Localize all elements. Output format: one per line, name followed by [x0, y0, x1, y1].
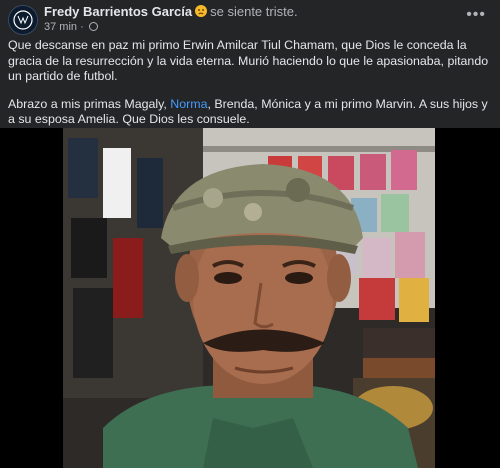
- avatar[interactable]: [8, 5, 38, 35]
- post-header: Fredy Barrientos García se siente triste.…: [0, 0, 500, 40]
- author-line: Fredy Barrientos García se siente triste.: [44, 4, 298, 19]
- post-paragraph-1: Que descanse en paz mi primo Erwin Amilc…: [8, 38, 489, 84]
- avatar-image: [9, 6, 37, 34]
- photo-image: [63, 128, 435, 468]
- mention-link[interactable]: Norma: [170, 97, 207, 111]
- post-photo[interactable]: [63, 128, 435, 468]
- sad-face-icon: [195, 5, 208, 17]
- feeling-text: se siente triste.: [210, 4, 298, 19]
- post-body: Que descanse en paz mi primo Erwin Amilc…: [8, 38, 494, 140]
- post-time[interactable]: 37 min: [44, 21, 77, 33]
- post-paragraph-2: Abrazo a mis primas Magaly, Norma, Brend…: [8, 97, 494, 128]
- post-photo-frame[interactable]: [0, 128, 500, 468]
- paragraph-2-start: Abrazo a mis primas Magaly,: [8, 96, 171, 111]
- more-options-icon[interactable]: •••: [466, 6, 486, 24]
- globe-icon[interactable]: [88, 22, 98, 31]
- post-meta: 37 min ·: [44, 21, 98, 33]
- meta-separator: ·: [80, 21, 84, 33]
- author-name[interactable]: Fredy Barrientos García: [44, 4, 192, 19]
